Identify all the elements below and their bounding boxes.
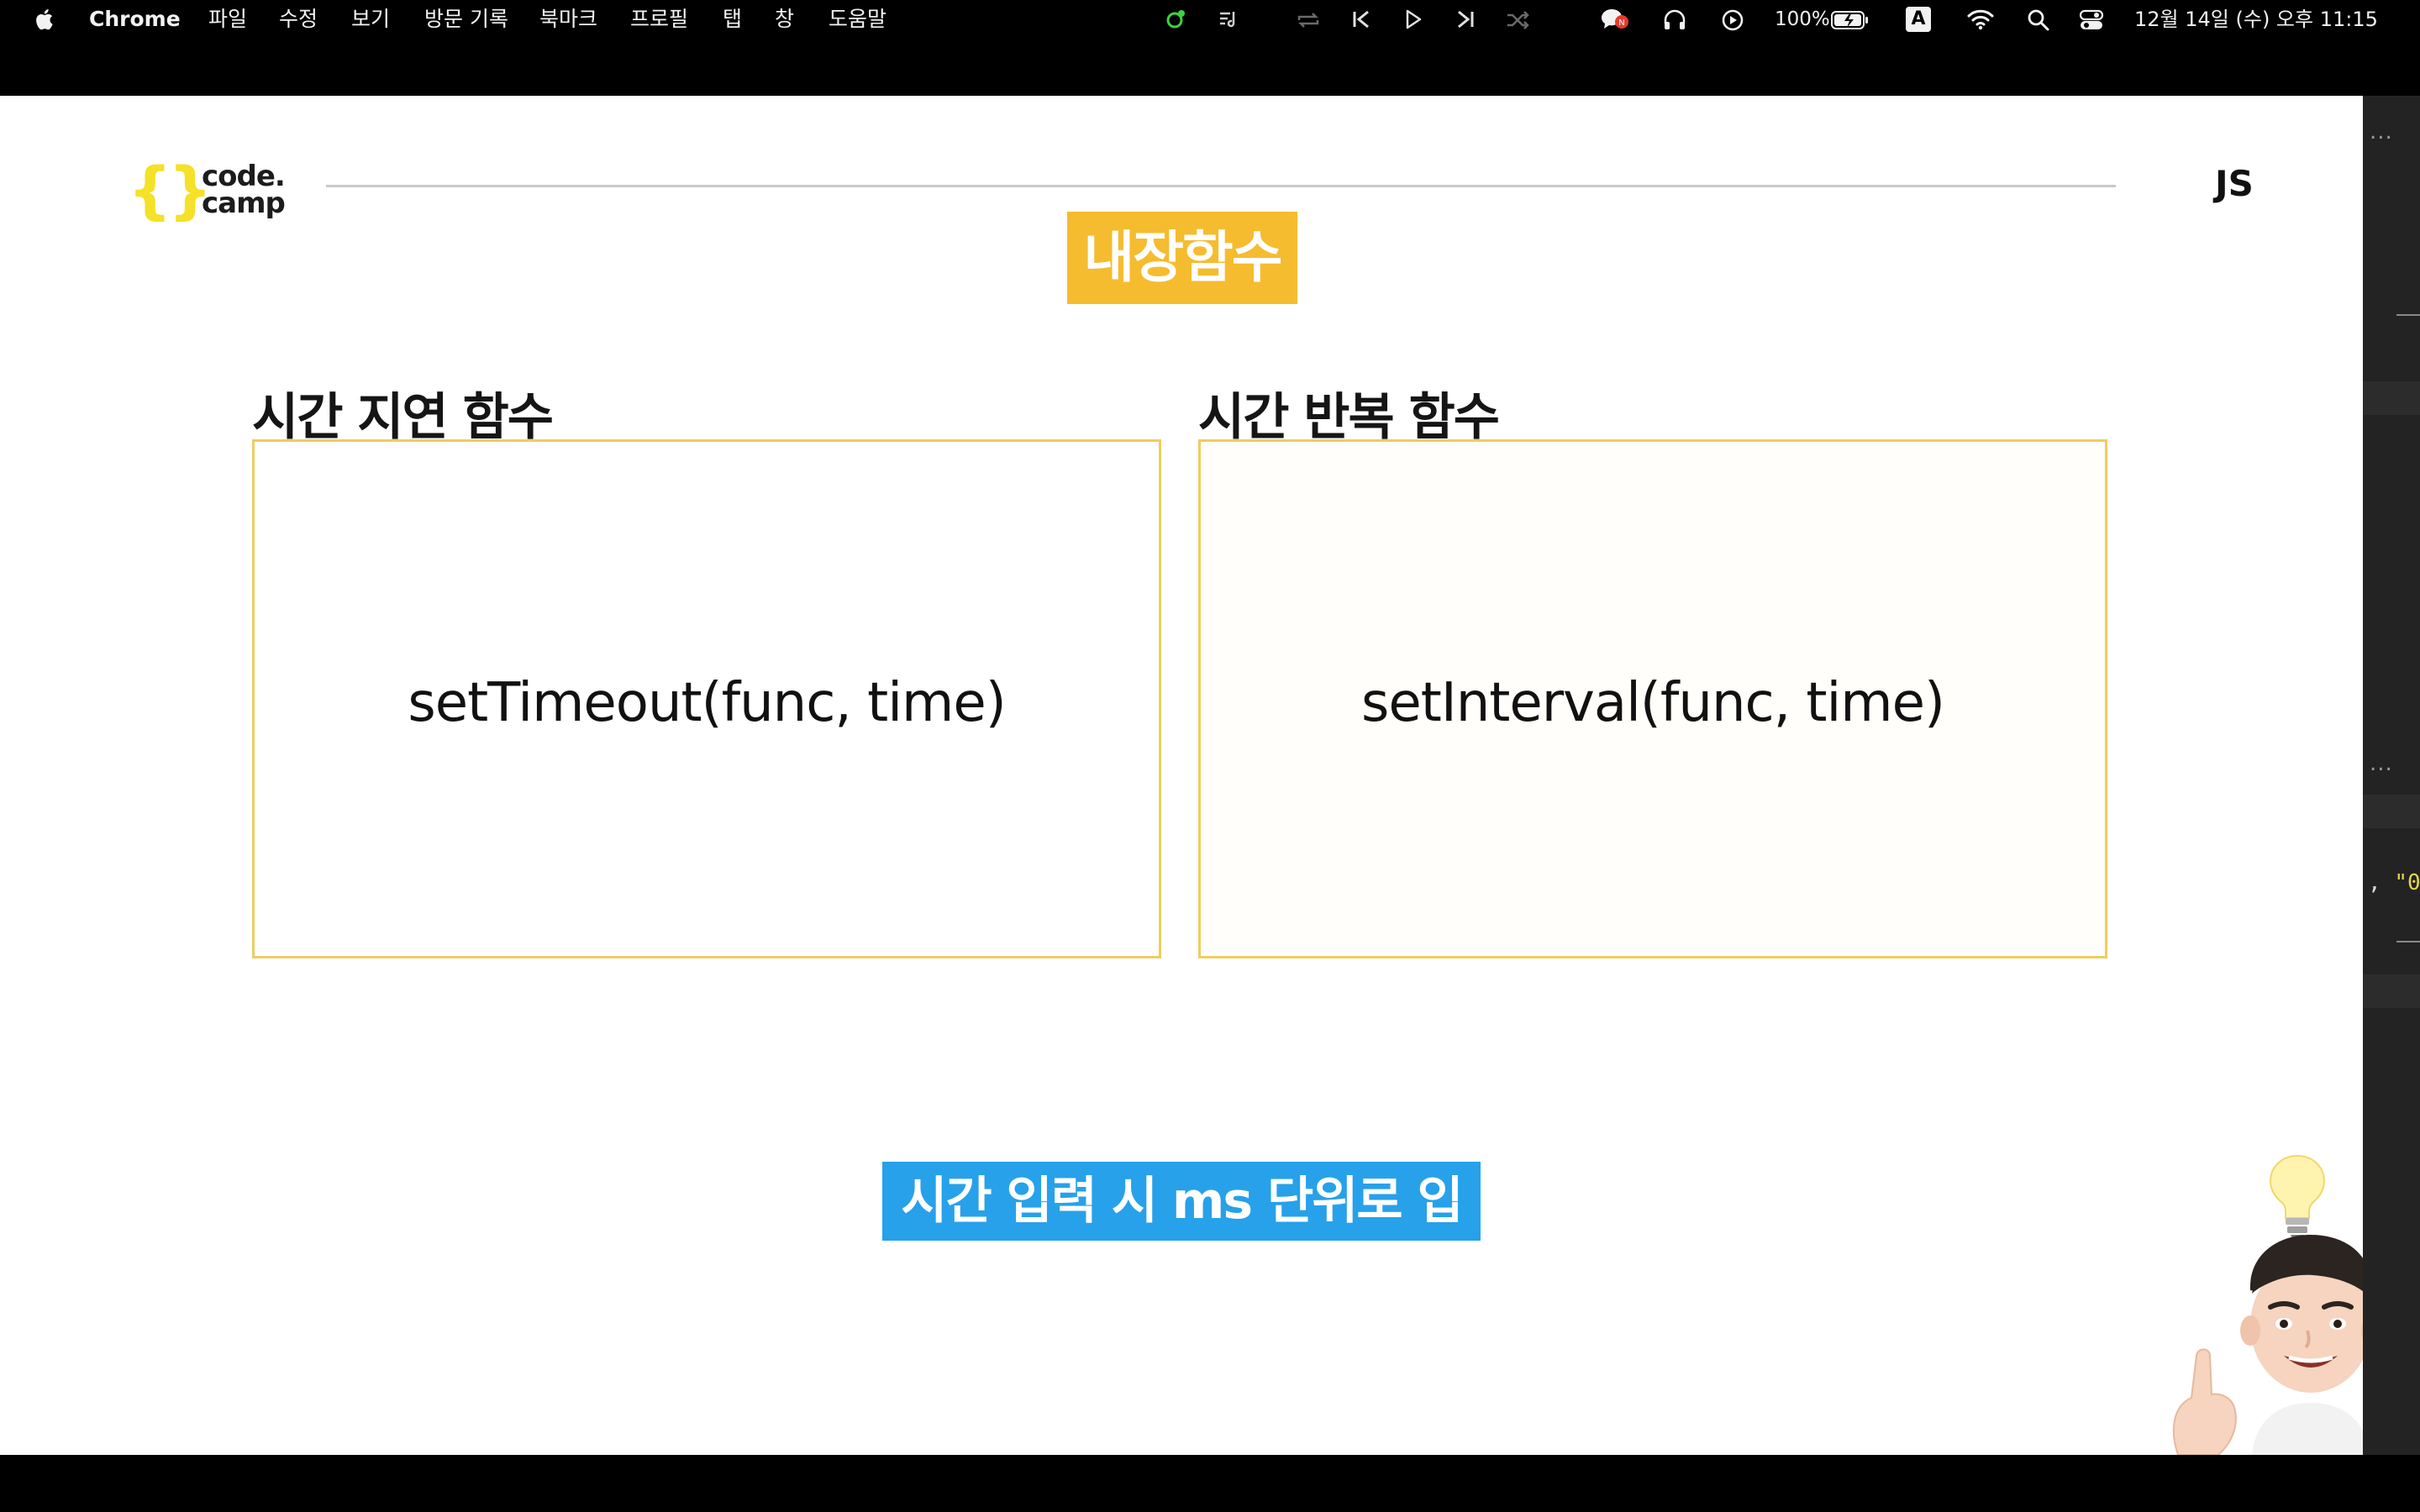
- header-divider: [326, 185, 2116, 187]
- logo-left-brace: {: [128, 155, 172, 227]
- note-badge: 시간 입력 시 ms 단위로 입력: [882, 1162, 1481, 1310]
- menu-bar: Chrome 파일 수정 보기 방문 기록 북마크 프로필 탭 창 도움말 N …: [0, 0, 2420, 39]
- input-source-icon[interactable]: A: [1906, 7, 1931, 32]
- svg-text:N: N: [1618, 18, 1624, 28]
- wifi-icon[interactable]: [1966, 8, 1995, 30]
- side-panel-dots-mid[interactable]: ...: [2370, 751, 2393, 776]
- notification-icon[interactable]: N: [1600, 7, 1630, 32]
- headphones-icon[interactable]: [1662, 8, 1687, 32]
- memoji-avatar: [2151, 1151, 2395, 1456]
- shuffle-icon[interactable]: [1506, 10, 1531, 30]
- side-panel-band-2: [2363, 795, 2420, 828]
- settimeout-code: setTimeout(func, time): [408, 672, 1006, 734]
- right-section-label: 시간 반복 함수: [1198, 388, 1500, 447]
- battery-icon[interactable]: [1830, 10, 1870, 30]
- menu-window[interactable]: 창: [775, 5, 794, 34]
- lightbulb-icon: [2269, 1154, 2326, 1240]
- logo-text-line2: camp: [202, 186, 286, 220]
- side-panel-band: [2363, 381, 2420, 415]
- media-dot-icon[interactable]: [1165, 8, 1186, 30]
- next-icon[interactable]: [1455, 8, 1476, 30]
- search-icon[interactable]: [2027, 8, 2050, 32]
- left-code-box: setTimeout(func, time): [252, 439, 1161, 958]
- side-editor-panel: ... ... , "0: [2363, 96, 2420, 1455]
- side-panel-code: , "0: [2368, 870, 2420, 895]
- play-icon[interactable]: [1403, 8, 1423, 30]
- setinterval-code: setInterval(func, time): [1361, 672, 1945, 734]
- menu-tab[interactable]: 탭: [723, 5, 742, 34]
- menu-file[interactable]: 파일: [208, 5, 247, 34]
- presentation-slide: { } code. camp JS 내장함수 시간 지연 함수 setTimeo…: [0, 96, 2363, 1455]
- codecamp-logo: { } code. camp: [128, 155, 287, 227]
- lyrics-icon[interactable]: [1217, 8, 1240, 30]
- slide-title-badge: 내장함수: [1067, 212, 1297, 304]
- bottom-bar: [0, 1455, 2420, 1512]
- playback-icon[interactable]: [1721, 8, 1744, 32]
- menubar-clock[interactable]: 12월 14일 (수) 오후 11:15: [2134, 5, 2378, 34]
- menu-view[interactable]: 보기: [351, 5, 390, 34]
- menu-bookmarks[interactable]: 북마크: [539, 5, 597, 34]
- side-panel-line-2: [2396, 941, 2420, 942]
- js-label: JS: [2215, 163, 2254, 204]
- control-center-icon[interactable]: [2079, 8, 2104, 32]
- menu-history[interactable]: 방문 기록: [424, 5, 508, 34]
- right-code-box: setInterval(func, time): [1198, 439, 2107, 958]
- battery-percent: 100%: [1775, 8, 1830, 30]
- side-panel-dots-top[interactable]: ...: [2370, 119, 2393, 144]
- menu-app-name[interactable]: Chrome: [89, 5, 181, 34]
- menu-profile[interactable]: 프로필: [630, 5, 688, 34]
- previous-icon[interactable]: [1351, 8, 1371, 30]
- side-panel-band-3: [2363, 974, 2420, 1008]
- side-code-string: "0: [2394, 870, 2420, 895]
- side-panel-line: [2396, 314, 2420, 316]
- menu-edit[interactable]: 수정: [279, 5, 318, 34]
- left-section-label: 시간 지연 함수: [252, 388, 554, 447]
- repeat-icon[interactable]: [1296, 10, 1321, 30]
- menu-help[interactable]: 도움말: [829, 5, 886, 34]
- apple-icon[interactable]: [34, 8, 54, 31]
- side-code-punct: ,: [2368, 870, 2395, 895]
